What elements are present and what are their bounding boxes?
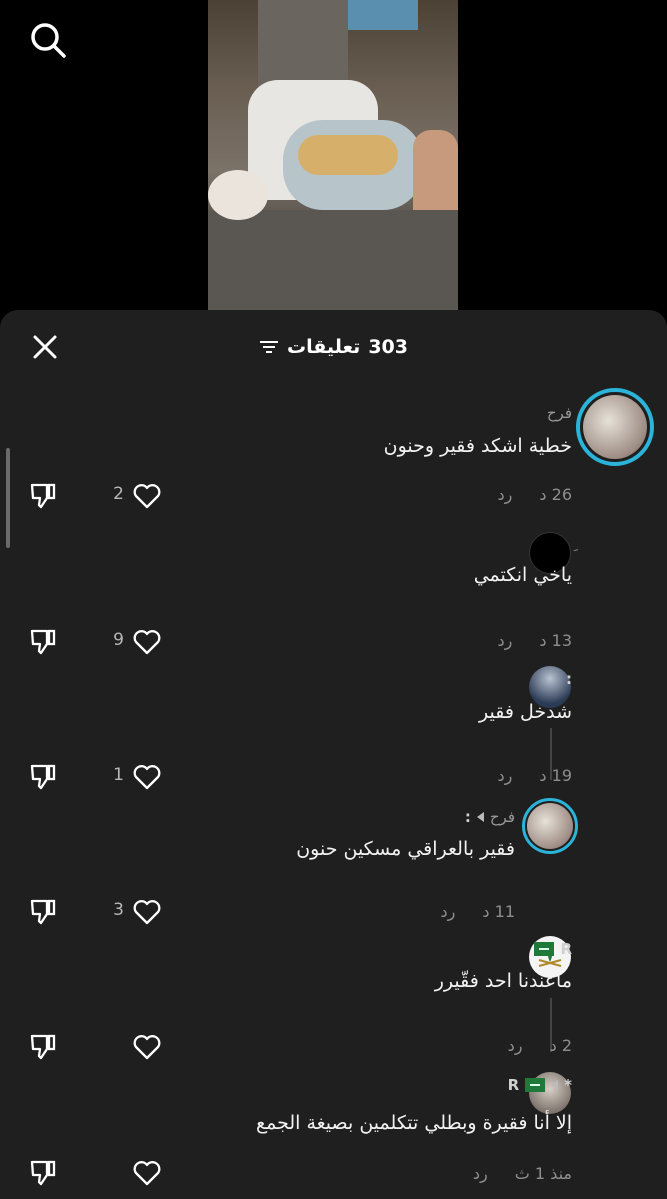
comment-text: ياخي انكتمي	[473, 564, 572, 586]
comment-meta: 2 د رد	[508, 1036, 572, 1055]
reply-arrow-icon	[476, 812, 484, 822]
video-area	[0, 0, 667, 310]
comment-time: 13 د	[539, 631, 572, 650]
heart-icon	[133, 900, 161, 925]
avatar[interactable]	[576, 388, 654, 466]
comment-time: 26 د	[539, 485, 572, 504]
dislike-button[interactable]	[28, 762, 58, 792]
comment-text: خطية اشكد فقير وحنون	[383, 435, 572, 457]
like-count: 3	[113, 900, 124, 920]
comment-count: 303	[368, 336, 408, 358]
comments-header[interactable]: 303 تعليقات	[0, 332, 667, 362]
like-button[interactable]	[132, 1032, 162, 1062]
like-count: 9	[113, 630, 124, 650]
table	[208, 210, 458, 310]
dislike-button[interactable]	[28, 1158, 58, 1188]
like-button[interactable]	[132, 1158, 162, 1188]
comment-meta: منذ 1 ث رد	[473, 1164, 572, 1183]
comment-word: تعليقات	[287, 336, 361, 358]
comment-username[interactable]: فرح :	[465, 808, 515, 826]
dislike-icon	[30, 483, 56, 509]
dislike-button[interactable]	[28, 481, 58, 511]
avatar[interactable]	[522, 798, 578, 854]
heart-icon	[133, 630, 161, 655]
dislike-icon	[30, 764, 56, 790]
comment-meta: 11 د رد	[440, 902, 515, 921]
reply-arrow-icon	[551, 1080, 559, 1090]
dislike-icon	[30, 899, 56, 925]
comment-meta: 19 د رد	[497, 766, 572, 785]
comment-meta: 26 د رد	[497, 485, 572, 504]
like-button[interactable]	[132, 762, 162, 792]
comment-text: إلا أنا فقيرة وبطلي تتكلمين بصيغة الجمع	[255, 1112, 572, 1134]
flag-icon	[525, 1078, 546, 1092]
reply-button[interactable]: رد	[508, 1036, 523, 1055]
comment-text: فقير بالعراقي مسكين حنون	[296, 838, 515, 860]
reply-button[interactable]: رد	[497, 766, 512, 785]
reply-button[interactable]: رد	[497, 485, 512, 504]
reply-button[interactable]: رد	[473, 1164, 488, 1183]
comment-time: 2 د	[549, 1036, 572, 1055]
reply-button[interactable]: رد	[497, 631, 512, 650]
comment-time: منذ 1 ث	[514, 1164, 572, 1183]
comment-username[interactable]: فرح	[547, 404, 572, 422]
heart-icon	[133, 484, 161, 509]
filter-icon	[260, 341, 279, 353]
video-thumbnail[interactable]	[208, 0, 458, 310]
comment-text: ماعندنا احد فقّيرر	[434, 970, 572, 992]
background-window	[348, 0, 418, 30]
like-button[interactable]	[132, 627, 162, 657]
comments-sheet: 303 تعليقات فرح خطية اشكد فقير وحنون 26 …	[0, 310, 667, 1199]
cake-plate	[208, 170, 268, 220]
comment-meta: 13 د رد	[497, 631, 572, 650]
reply-button[interactable]: رد	[440, 902, 455, 921]
search-icon	[31, 23, 66, 58]
comment-time: 19 د	[539, 766, 572, 785]
search-button[interactable]	[26, 18, 70, 62]
comment-username[interactable]: R	[534, 940, 572, 958]
dislike-icon	[30, 1160, 56, 1186]
flag-icon	[534, 942, 555, 956]
comment-username[interactable]: :	[566, 670, 572, 688]
flowers	[298, 135, 398, 175]
dislike-button[interactable]	[28, 1032, 58, 1062]
dislike-icon	[30, 1034, 56, 1060]
dislike-icon	[30, 629, 56, 655]
comment-time: 11 د	[482, 902, 515, 921]
like-button[interactable]	[132, 481, 162, 511]
comment-text: شدخل فقير	[479, 701, 572, 723]
like-button[interactable]	[132, 897, 162, 927]
heart-icon	[133, 765, 161, 790]
like-count: 1	[113, 765, 124, 785]
heart-icon	[133, 1161, 161, 1186]
scroll-indicator[interactable]	[6, 448, 10, 548]
dislike-button[interactable]	[28, 627, 58, 657]
heart-icon	[133, 1035, 161, 1060]
comment-username[interactable]: * R	[508, 1076, 572, 1094]
like-count: 2	[113, 484, 124, 504]
dislike-button[interactable]	[28, 897, 58, 927]
